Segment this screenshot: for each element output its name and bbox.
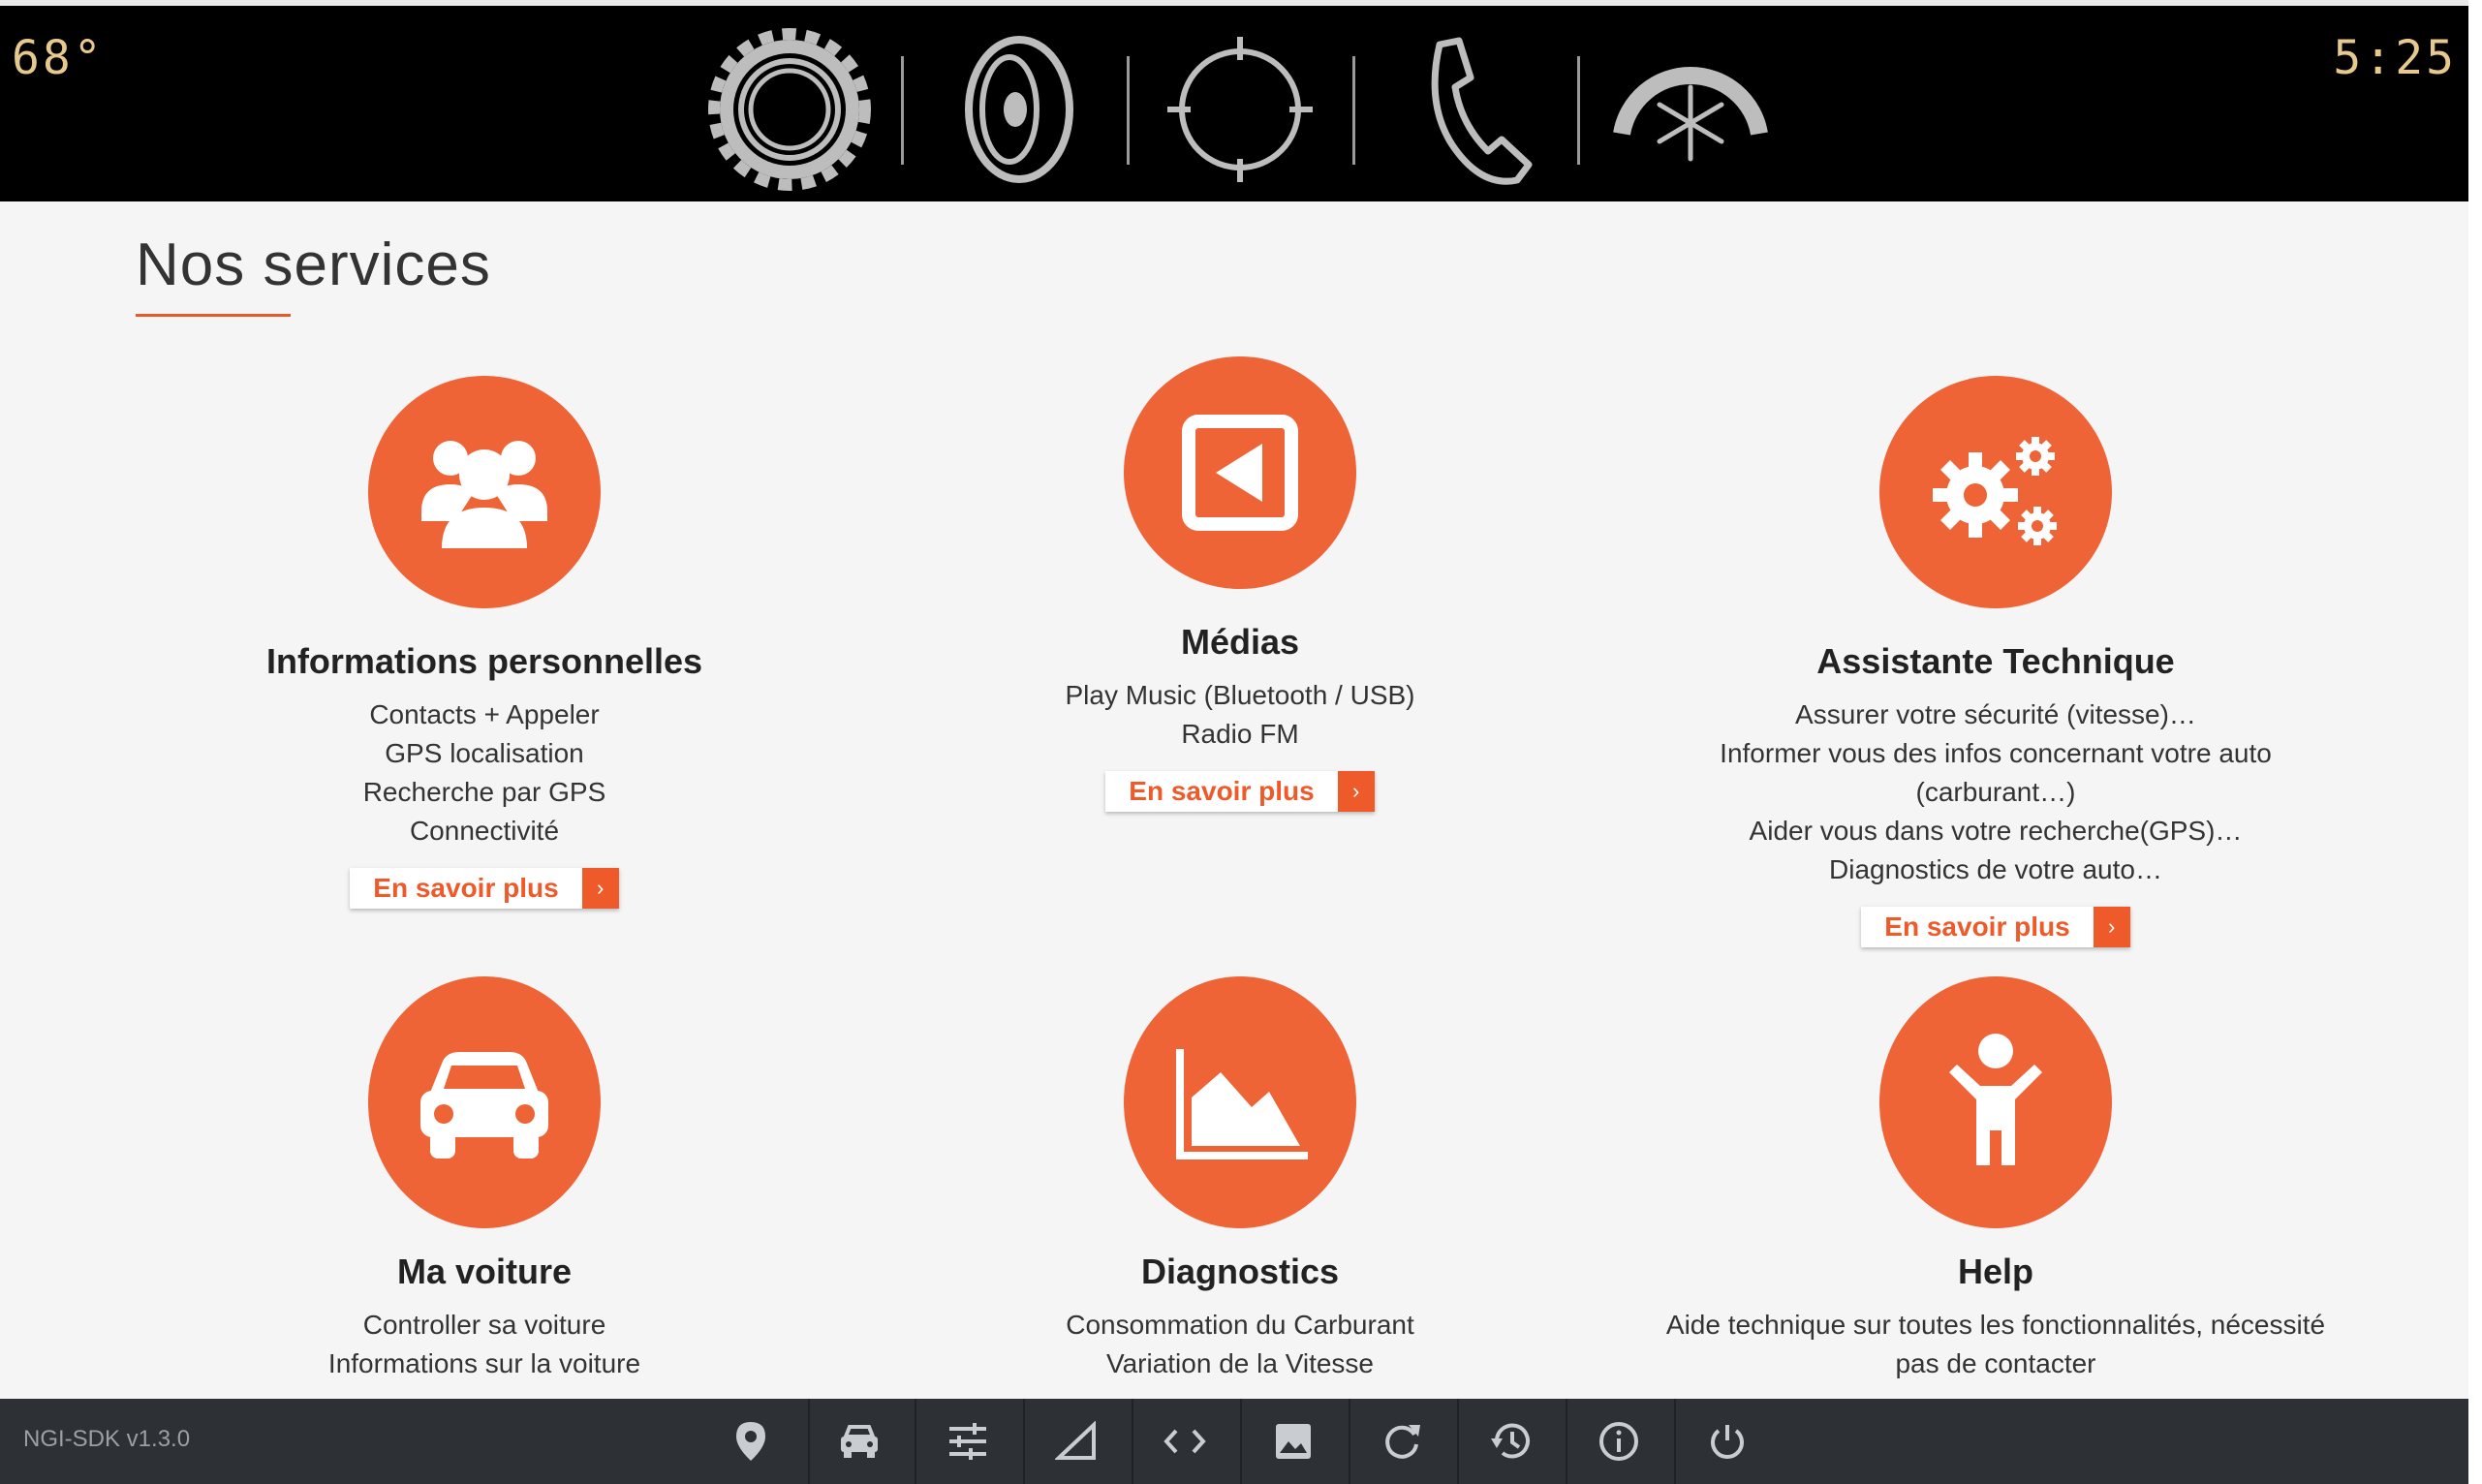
refresh-icon[interactable] (1349, 1399, 1455, 1484)
learn-more-label: En savoir plus (1129, 776, 1315, 806)
info-icon[interactable] (1566, 1399, 1672, 1484)
chevron-right-icon: › (1337, 771, 1375, 812)
service-line: Aider vous dans votre recherche(GPS)… (1749, 816, 2243, 846)
service-line: Controller sa voiture (362, 1310, 606, 1340)
service-line: GPS localisation (385, 738, 584, 768)
service-line: Recherche par GPS (362, 777, 606, 807)
service-line: Informations sur la voiture (327, 1348, 641, 1378)
signal-icon[interactable] (1023, 1399, 1130, 1484)
media-icon[interactable] (1124, 356, 1356, 589)
phone-icon[interactable] (1383, 27, 1548, 192)
service-line: Aide technique sur toutes les fonctionna… (1665, 1310, 2326, 1340)
service-card-informations: Informations personnelles Contacts + App… (116, 376, 853, 909)
service-title: Diagnostics (1140, 1252, 1340, 1291)
power-icon[interactable] (1674, 1399, 1781, 1484)
title-underline (136, 314, 291, 317)
learn-more-button[interactable]: En savoir plus › (1105, 771, 1375, 812)
top-separator (1577, 56, 1580, 165)
service-line: pas de contacter (1895, 1348, 2096, 1378)
car-icon[interactable] (368, 976, 601, 1228)
service-title: Help (1957, 1252, 2033, 1291)
learn-more-button[interactable]: En savoir plus › (350, 868, 619, 909)
climate-icon[interactable] (1608, 27, 1773, 192)
service-title: Médias (1180, 622, 1300, 662)
clock-readout: 5:25 (2333, 31, 2457, 85)
learn-more-button[interactable]: En savoir plus › (1861, 907, 2130, 947)
service-line: Radio FM (1181, 719, 1299, 749)
settings-icon[interactable] (707, 27, 872, 192)
service-line: Consommation du Carburant (1066, 1310, 1414, 1340)
code-icon[interactable] (1132, 1399, 1238, 1484)
history-icon[interactable] (1457, 1399, 1564, 1484)
tune-icon[interactable] (915, 1399, 1021, 1484)
service-card-diagnostics: Diagnostics Consommation du Carburant Va… (872, 976, 1608, 1383)
service-card-medias: Médias Play Music (Bluetooth / USB) Radi… (872, 356, 1608, 812)
chevron-right-icon: › (581, 868, 619, 909)
navigation-icon[interactable] (1158, 27, 1322, 192)
users-icon[interactable] (368, 376, 601, 608)
service-line: Diagnostics de votre auto… (1829, 854, 2162, 884)
service-card-assistante: Assistante Technique Assurer votre sécur… (1628, 376, 2364, 947)
area-chart-icon[interactable] (1124, 976, 1356, 1228)
window-edge (2468, 0, 2482, 1484)
page-title: Nos services (136, 232, 491, 298)
chevron-right-icon: › (2093, 907, 2130, 947)
car-icon[interactable] (806, 1399, 913, 1484)
main-content: Nos services Informations personnelles C… (0, 201, 2468, 1399)
top-separator (1352, 56, 1355, 165)
speaker-icon[interactable] (932, 27, 1097, 192)
learn-more-label: En savoir plus (373, 873, 559, 903)
gears-icon[interactable] (1879, 376, 2112, 608)
service-line: Contacts + Appeler (369, 699, 600, 729)
service-card-help: Help Aide technique sur toutes les fonct… (1628, 976, 2364, 1383)
service-line: (carburant…) (1915, 777, 2076, 807)
service-line: Connectivité (409, 816, 560, 846)
top-bar: 68° 5:25 (0, 6, 2468, 201)
top-separator (901, 56, 904, 165)
sdk-version: NGI-SDK v1.3.0 (23, 1426, 191, 1452)
learn-more-label: En savoir plus (1884, 912, 2070, 942)
image-icon[interactable] (1240, 1399, 1347, 1484)
service-title: Assistante Technique (1816, 641, 2175, 681)
bottom-bar: NGI-SDK v1.3.0 (0, 1399, 2468, 1484)
person-icon[interactable] (1879, 976, 2112, 1228)
service-line: Variation de la Vitesse (1105, 1348, 1375, 1378)
service-title: Informations personnelles (265, 641, 703, 681)
service-title: Ma voiture (396, 1252, 573, 1291)
temperature-readout: 68° (12, 31, 105, 85)
service-card-ma-voiture: Ma voiture Controller sa voiture Informa… (116, 976, 853, 1383)
service-line: Informer vous des infos concernant votre… (1720, 738, 2272, 768)
service-line: Play Music (Bluetooth / USB) (1065, 680, 1415, 710)
location-pin-icon[interactable] (698, 1399, 804, 1484)
top-separator (1127, 56, 1130, 165)
service-line: Assurer votre sécurité (vitesse)… (1795, 699, 2196, 729)
